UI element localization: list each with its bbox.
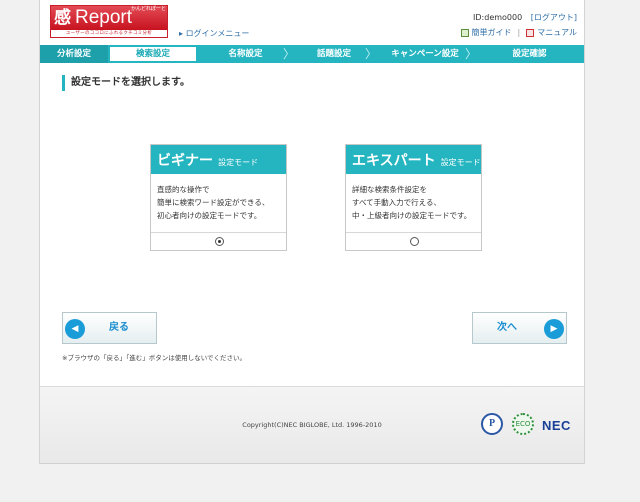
- privacy-mark-icon: P: [481, 413, 503, 435]
- footer: Copyright(C)NEC BIGLOBE, Ltd. 1996-2010 …: [40, 386, 584, 463]
- eco-mark-icon: ECO: [512, 413, 534, 435]
- radio-row: [346, 233, 481, 250]
- user-info: ID:demo000 [ログアウト]: [473, 12, 577, 23]
- back-label: 戻る: [109, 322, 129, 333]
- desc-line: すべて手動入力で行える、: [352, 198, 441, 207]
- step-label: 名称設定: [228, 49, 263, 59]
- desc-line: 直感的な操作で: [157, 185, 210, 194]
- beginner-mode-radio[interactable]: [214, 237, 224, 246]
- arrow-right-icon: ▶: [544, 319, 564, 339]
- next-label: 次へ: [497, 322, 517, 333]
- step-progress-bar: 分析設定 検索設定 名称設定〉 話題設定〉 キャンペーン設定〉 設定確認: [40, 45, 584, 63]
- mode-title: ビギナー: [157, 153, 213, 169]
- logo-name: Report: [75, 7, 133, 28]
- step-topic-settings: 話題設定〉: [293, 45, 377, 63]
- step-analysis-settings: 分析設定: [40, 45, 108, 63]
- step-campaign-settings: キャンペーン設定〉: [375, 45, 477, 63]
- step-search-settings-current: 検索設定: [108, 45, 198, 63]
- logo-ruby: かんどれぽーと: [131, 6, 166, 12]
- guide-icon: [460, 28, 469, 37]
- step-label: 話題設定: [316, 49, 351, 59]
- step-label: 検索設定: [135, 49, 170, 59]
- desc-line: 詳細な検索条件設定を: [352, 185, 427, 194]
- mode-title: エキスパート: [352, 153, 436, 169]
- logo-heart-icon: 感: [54, 8, 71, 28]
- logo-banner: 感 Report かんどれぽーと: [51, 6, 167, 30]
- step-name-settings: 名称設定〉: [198, 45, 295, 63]
- beginner-mode-card[interactable]: ビギナー 設定モード 直感的な操作で 簡単に検索ワード設定ができる、 初心者向け…: [150, 144, 287, 251]
- user-id: ID:demo000: [473, 13, 523, 22]
- desc-line: 初心者向けの設定モードです。: [157, 211, 262, 220]
- manual-icon: [526, 28, 535, 37]
- mode-description: 詳細な検索条件設定を すべて手動入力で行える、 中・上級者向けの設定モードです。: [346, 174, 481, 233]
- expert-mode-card[interactable]: エキスパート 設定モード 詳細な検索条件設定を すべて手動入力で行える、 中・上…: [345, 144, 482, 251]
- step-label: 設定確認: [512, 49, 547, 59]
- link-separator: |: [517, 28, 521, 37]
- login-menu-link[interactable]: ログインメニュー: [179, 28, 250, 39]
- browser-note: ※ブラウザの「戻る」「進む」ボタンは使用しないでください。: [62, 354, 247, 362]
- mode-suffix: 設定モード: [440, 158, 481, 167]
- desc-line: 中・上級者向けの設定モードです。: [352, 211, 472, 220]
- card-header: エキスパート 設定モード: [346, 145, 481, 174]
- help-links: 簡単ガイド | マニュアル: [460, 27, 577, 38]
- radio-row: [151, 233, 286, 250]
- desc-line: 簡単に検索ワード設定ができる、: [157, 198, 270, 207]
- step-label: キャンペーン設定: [391, 49, 459, 59]
- mode-suffix: 設定モード: [218, 158, 259, 167]
- card-header: ビギナー 設定モード: [151, 145, 286, 174]
- logo-tagline: ユーザーのココロにふれるクチコミ分析: [65, 31, 153, 36]
- arrow-left-icon: ◀: [65, 319, 85, 339]
- nec-logo: NEC: [542, 418, 571, 433]
- brand-logo[interactable]: 感 Report かんどれぽーと ユーザーのココロにふれるクチコミ分析: [50, 5, 168, 38]
- page-container: 感 Report かんどれぽーと ユーザーのココロにふれるクチコミ分析 ログイン…: [39, 0, 585, 464]
- mode-description: 直感的な操作で 簡単に検索ワード設定ができる、 初心者向けの設定モードです。: [151, 174, 286, 233]
- back-button[interactable]: ◀ 戻る: [62, 312, 157, 344]
- step-label: 分析設定: [56, 49, 91, 59]
- quick-guide-link[interactable]: 簡単ガイド: [472, 27, 512, 38]
- expert-mode-radio[interactable]: [409, 237, 419, 246]
- logout-link[interactable]: [ログアウト]: [531, 13, 577, 22]
- manual-link[interactable]: マニュアル: [537, 27, 577, 38]
- next-button[interactable]: 次へ ▶: [472, 312, 567, 344]
- step-confirm-settings: 設定確認: [475, 45, 584, 63]
- page-instruction: 設定モードを選択します。: [62, 75, 190, 91]
